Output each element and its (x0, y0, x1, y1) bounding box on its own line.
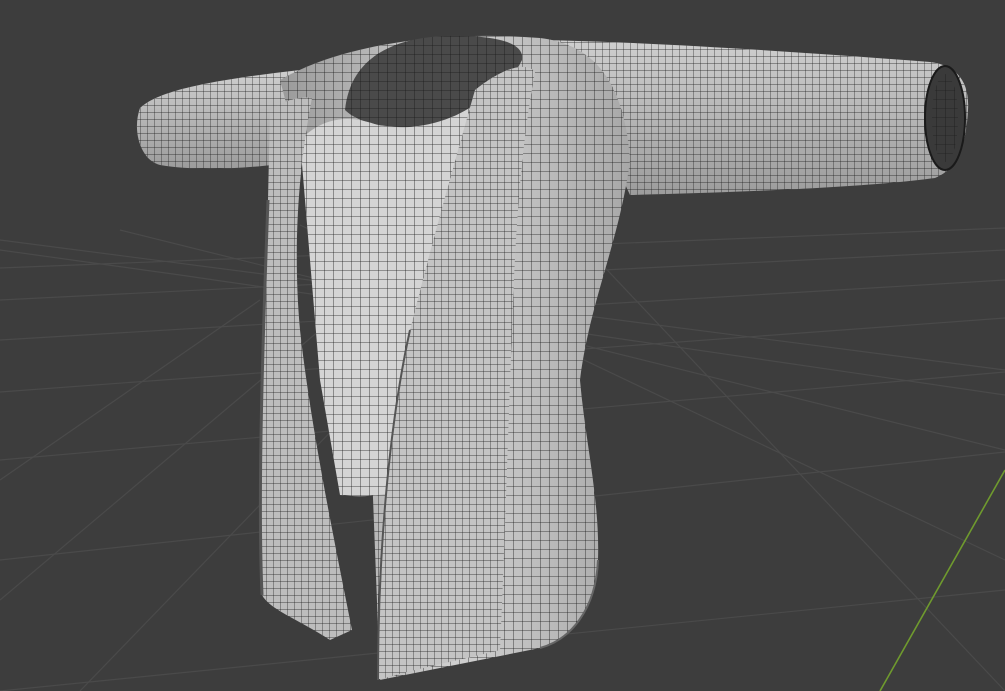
3d-viewport[interactable] (0, 0, 1005, 691)
viewport-canvas[interactable] (0, 0, 1005, 691)
y-axis-line (879, 469, 1005, 691)
jacket-mesh[interactable] (136, 35, 969, 681)
